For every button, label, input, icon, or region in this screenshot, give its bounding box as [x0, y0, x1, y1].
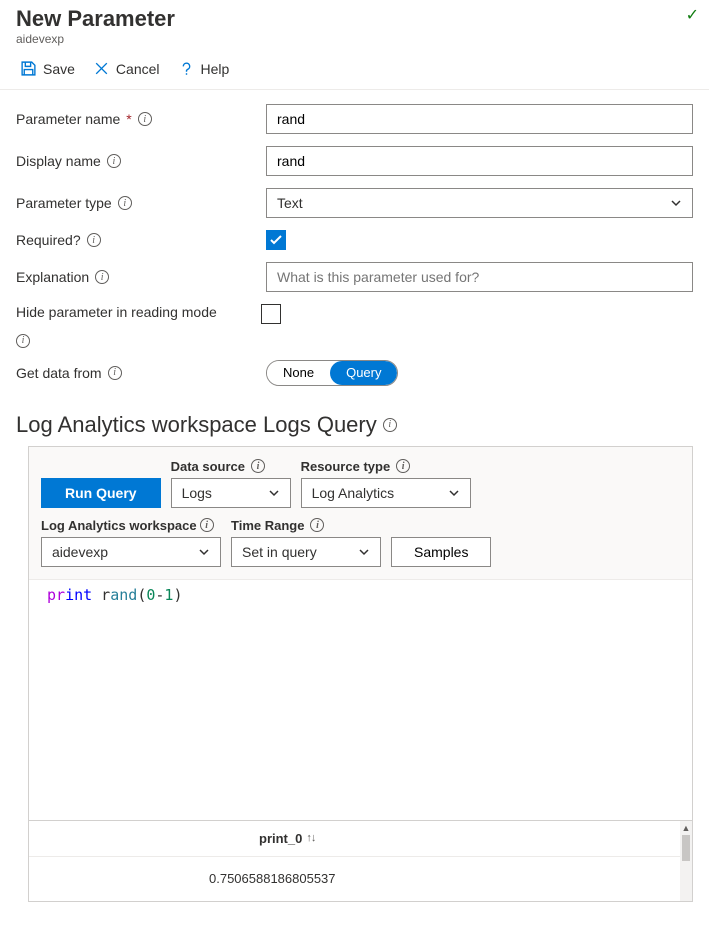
data-source-select[interactable]: Logs — [171, 478, 291, 508]
info-icon[interactable]: i — [16, 334, 30, 348]
hide-param-checkbox[interactable] — [261, 304, 281, 324]
info-icon[interactable]: i — [108, 366, 122, 380]
info-icon[interactable]: i — [107, 154, 121, 168]
info-icon[interactable]: i — [87, 233, 101, 247]
chevron-down-icon — [448, 487, 460, 499]
required-checkbox[interactable] — [266, 230, 286, 250]
valid-check-icon: ✓ — [686, 5, 699, 25]
results-column-header[interactable]: print_0 ↑↓ — [259, 831, 315, 846]
scroll-up-icon[interactable]: ▲ — [680, 821, 692, 835]
data-source-value: Logs — [182, 485, 212, 501]
cancel-button[interactable]: Cancel — [89, 58, 164, 79]
display-name-input[interactable] — [266, 146, 693, 176]
run-query-button[interactable]: Run Query — [41, 478, 161, 508]
time-range-select[interactable]: Set in query — [231, 537, 381, 567]
chevron-down-icon — [670, 197, 682, 209]
required-asterisk: * — [126, 111, 131, 127]
resource-type-value: Log Analytics — [312, 485, 395, 501]
page-title: New Parameter — [16, 6, 693, 32]
data-source-label: Data source i — [171, 459, 291, 474]
resource-type-select[interactable]: Log Analytics — [301, 478, 471, 508]
samples-button[interactable]: Samples — [391, 537, 491, 567]
workspace-label: Log Analytics workspace i — [41, 518, 221, 533]
checkmark-icon — [269, 233, 283, 247]
explanation-input[interactable] — [266, 262, 693, 292]
chevron-down-icon — [198, 546, 210, 558]
info-icon[interactable]: i — [200, 518, 214, 532]
page-subtitle: aidevexp — [16, 32, 693, 46]
info-icon[interactable]: i — [118, 196, 132, 210]
display-name-label: Display name i — [16, 153, 266, 169]
get-data-label: Get data from i — [16, 365, 266, 381]
info-icon[interactable]: i — [251, 459, 265, 473]
query-editor[interactable]: print rand(0-1) — [29, 580, 692, 820]
time-range-value: Set in query — [242, 544, 317, 560]
param-name-label: Parameter name * i — [16, 111, 266, 127]
info-icon[interactable]: i — [396, 459, 410, 473]
save-button[interactable]: Save — [16, 58, 79, 79]
parameter-form: Parameter name * i ✓ Display name i Para… — [0, 90, 709, 408]
help-label: Help — [201, 61, 230, 77]
param-type-select[interactable]: Text — [266, 188, 693, 218]
resource-type-label: Resource type i — [301, 459, 471, 474]
param-type-label: Parameter type i — [16, 195, 266, 211]
query-section-title: Log Analytics workspace Logs Query i — [0, 408, 709, 446]
workspace-value: aidevexp — [52, 544, 108, 560]
save-icon — [20, 60, 37, 77]
required-label: Required? i — [16, 232, 266, 248]
chevron-down-icon — [268, 487, 280, 499]
hide-param-label: Hide parameter in reading mode i — [16, 304, 261, 348]
results-scrollbar[interactable]: ▲ — [680, 821, 692, 901]
param-type-value: Text — [277, 195, 303, 211]
sort-icon: ↑↓ — [306, 832, 315, 844]
time-range-label: Time Range i — [231, 518, 381, 533]
toolbar: Save Cancel Help — [0, 50, 709, 90]
get-data-toggle: None Query — [266, 360, 398, 386]
save-label: Save — [43, 61, 75, 77]
param-name-input[interactable] — [266, 104, 693, 134]
chevron-down-icon — [358, 546, 370, 558]
results-row: 0.7506588186805537 — [29, 857, 692, 901]
close-icon — [93, 60, 110, 77]
query-panel: Run Query Data source i Logs Resource ty… — [28, 446, 693, 902]
help-icon — [178, 60, 195, 77]
info-icon[interactable]: i — [138, 112, 152, 126]
info-icon[interactable]: i — [310, 518, 324, 532]
help-button[interactable]: Help — [174, 58, 234, 79]
workspace-select[interactable]: aidevexp — [41, 537, 221, 567]
scroll-thumb[interactable] — [682, 835, 690, 861]
get-data-none[interactable]: None — [267, 361, 330, 385]
results-cell: 0.7506588186805537 — [209, 871, 336, 886]
info-icon[interactable]: i — [383, 418, 397, 432]
info-icon[interactable]: i — [95, 270, 109, 284]
get-data-query[interactable]: Query — [330, 361, 397, 385]
results-table: ▲ print_0 ↑↓ 0.7506588186805537 — [29, 820, 692, 901]
explanation-label: Explanation i — [16, 269, 266, 285]
cancel-label: Cancel — [116, 61, 160, 77]
